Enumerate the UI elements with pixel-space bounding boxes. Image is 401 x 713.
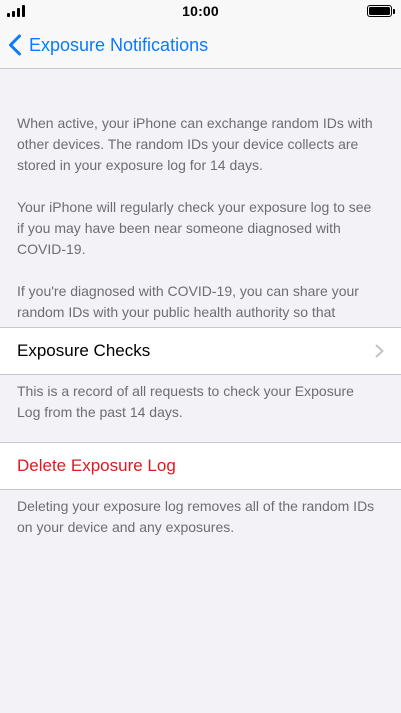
back-button[interactable]: Exposure Notifications (8, 32, 208, 58)
exposure-checks-footer: This is a record of all requests to chec… (17, 381, 377, 423)
intro-paragraph: When active, your iPhone can exchange ra… (17, 115, 373, 173)
status-time: 10:00 (182, 3, 219, 19)
back-button-label: Exposure Notifications (29, 34, 209, 55)
exposure-checks-label: Exposure Checks (17, 341, 151, 360)
chevron-left-icon (9, 34, 21, 56)
intro-paragraph: Your iPhone will regularly check your ex… (17, 199, 372, 257)
exposure-checks-cell[interactable]: Exposure Checks (0, 327, 401, 375)
chevron-right-icon (375, 344, 384, 358)
navigation-bar: Exposure Notifications (0, 22, 401, 69)
delete-exposure-log-footer-text: Deleting your exposure log removes all o… (17, 498, 375, 535)
battery-icon (367, 5, 395, 17)
delete-exposure-log-label: Delete Exposure Log (17, 456, 176, 475)
delete-exposure-log-footer: Deleting your exposure log removes all o… (17, 496, 377, 538)
status-bar: 10:00 (0, 0, 401, 22)
battery-fill (369, 7, 390, 15)
exposure-checks-footer-text: This is a record of all requests to chec… (17, 383, 354, 420)
battery-cap (393, 9, 395, 14)
delete-exposure-log-cell[interactable]: Delete Exposure Log (0, 442, 401, 490)
intro-description: When active, your iPhone can exchange ra… (17, 113, 377, 344)
screen: 10:00 Exposure Notifications When active… (0, 0, 401, 713)
